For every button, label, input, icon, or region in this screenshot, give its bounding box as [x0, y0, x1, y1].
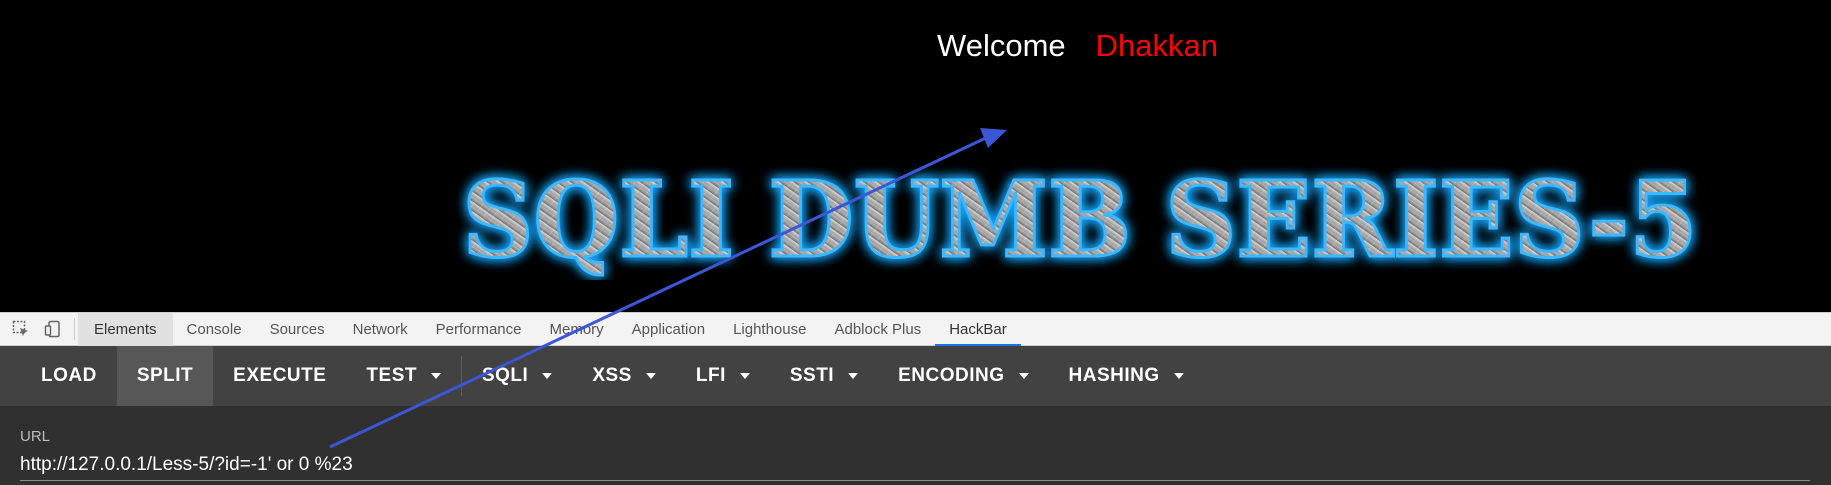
welcome-text: Welcome [937, 28, 1066, 63]
execute-button-label: EXECUTE [233, 365, 327, 386]
toolbar-divider [74, 318, 75, 340]
hashing-menu-button[interactable]: HASHING [1049, 346, 1204, 406]
tab-hackbar[interactable]: HackBar [935, 313, 1021, 346]
tab-memory[interactable]: Memory [536, 313, 618, 346]
load-button-label: LOAD [41, 365, 97, 386]
tab-lighthouse[interactable]: Lighthouse [719, 313, 820, 346]
devtools-tab-bar: Elements Console Sources Network Perform… [0, 312, 1831, 346]
caret-down-icon [739, 373, 750, 379]
caret-down-icon [430, 373, 441, 379]
test-menu-label: TEST [366, 365, 417, 386]
banner-text: SQLI DUMB SERIES-5 [463, 160, 1698, 280]
sqli-menu-button[interactable]: SQLI [462, 346, 572, 406]
url-input[interactable] [20, 450, 1810, 481]
xss-menu-button[interactable]: XSS [572, 346, 676, 406]
url-panel: URL [0, 406, 1831, 485]
tab-performance[interactable]: Performance [422, 313, 536, 346]
screenshot: Welcome Dhakkan SQLI DUMB SERIES-5 Eleme… [0, 0, 1831, 485]
sqli-menu-label: SQLI [481, 365, 529, 386]
caret-down-icon [848, 373, 859, 379]
split-button[interactable]: SPLIT [116, 346, 214, 406]
caret-down-icon [645, 373, 656, 379]
execute-button[interactable]: EXECUTE [213, 346, 346, 406]
hackbar-toolbar: LOAD SPLIT EXECUTE TEST SQLI XSS LFI SST… [0, 346, 1831, 406]
load-button[interactable]: LOAD [0, 346, 117, 406]
webpage-viewport: Welcome Dhakkan SQLI DUMB SERIES-5 [0, 0, 1831, 312]
tab-adblock-plus[interactable]: Adblock Plus [820, 313, 935, 346]
hashing-menu-label: HASHING [1068, 365, 1160, 386]
caret-down-icon [1173, 373, 1184, 379]
lfi-menu-label: LFI [695, 365, 726, 386]
tab-network[interactable]: Network [339, 313, 422, 346]
xss-menu-label: XSS [592, 365, 632, 386]
split-button-label: SPLIT [136, 365, 194, 386]
ssti-menu-label: SSTI [789, 365, 835, 386]
url-label: URL [20, 428, 51, 445]
tab-application[interactable]: Application [618, 313, 719, 346]
lfi-menu-button[interactable]: LFI [676, 346, 770, 406]
encoding-menu-label: ENCODING [898, 365, 1005, 386]
test-menu-button[interactable]: TEST [346, 346, 461, 406]
banner-title: SQLI DUMB SERIES-5 [461, 160, 1699, 280]
device-toolbar-icon[interactable] [42, 318, 64, 340]
caret-down-icon [1018, 373, 1029, 379]
inspect-element-icon[interactable] [10, 318, 32, 340]
tab-elements[interactable]: Elements [78, 312, 173, 346]
tab-sources[interactable]: Sources [256, 313, 339, 346]
tab-console[interactable]: Console [173, 313, 256, 346]
welcome-line: Welcome Dhakkan [937, 26, 1218, 66]
user-name: Dhakkan [1095, 28, 1218, 63]
ssti-menu-button[interactable]: SSTI [770, 346, 878, 406]
encoding-menu-button[interactable]: ENCODING [878, 346, 1048, 406]
caret-down-icon [542, 373, 553, 379]
